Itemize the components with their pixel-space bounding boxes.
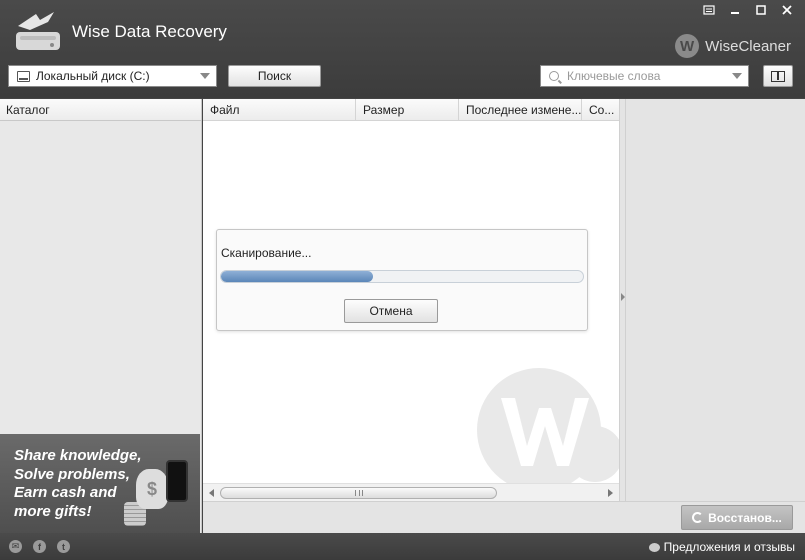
chat-bubble-icon bbox=[648, 542, 660, 552]
pane-splitter[interactable] bbox=[619, 99, 626, 501]
promo-line: Solve problems, bbox=[14, 465, 130, 483]
chevron-down-icon bbox=[200, 73, 210, 79]
drive-select[interactable]: Локальный диск (C:) bbox=[8, 65, 217, 87]
search-icon bbox=[549, 71, 559, 81]
twitter-icon[interactable]: t bbox=[57, 540, 70, 553]
feedback-link[interactable]: Предложения и отзывы bbox=[648, 540, 795, 554]
catalog-header[interactable]: Каталог bbox=[0, 99, 201, 121]
window-controls bbox=[699, 2, 797, 18]
scan-progress-fill bbox=[221, 271, 374, 282]
catalog-pane: Каталог Share knowledge, Solve problems,… bbox=[0, 99, 202, 533]
scrollbar-thumb[interactable] bbox=[220, 487, 497, 499]
maximize-icon[interactable] bbox=[751, 2, 771, 18]
close-icon[interactable] bbox=[777, 2, 797, 18]
wisecleaner-brand[interactable]: W WiseCleaner bbox=[675, 34, 791, 58]
scroll-right-icon[interactable] bbox=[608, 489, 613, 497]
app-title: Wise Data Recovery bbox=[72, 22, 227, 41]
keyword-dropdown-icon[interactable] bbox=[732, 73, 742, 79]
column-file[interactable]: Файл bbox=[203, 99, 356, 120]
promo-text: Share knowledge, Solve problems, Earn ca… bbox=[14, 447, 142, 521]
wisecleaner-watermark-icon bbox=[477, 368, 619, 488]
app-logo-icon bbox=[16, 12, 60, 50]
money-bag-icon: $ bbox=[136, 469, 168, 509]
scroll-grip-icon bbox=[355, 490, 363, 496]
scanning-dialog: Сканирование... Отмена bbox=[216, 229, 588, 331]
title-bar: Wise Data Recovery W WiseCleaner Локальн… bbox=[0, 0, 805, 98]
disk-icon bbox=[17, 70, 30, 82]
restore-label: Восстанов... bbox=[708, 510, 782, 525]
scroll-left-icon[interactable] bbox=[209, 489, 214, 497]
promo-banner[interactable]: Share knowledge, Solve problems, Earn ca… bbox=[0, 434, 200, 533]
scanning-label: Сканирование... bbox=[221, 246, 312, 260]
status-bar: ✉ f t Предложения и отзывы bbox=[0, 533, 805, 560]
scan-progress-bar bbox=[220, 270, 584, 283]
column-size[interactable]: Размер bbox=[356, 99, 459, 120]
keyword-input[interactable] bbox=[567, 69, 727, 83]
action-bar: Восстанов... bbox=[203, 501, 805, 533]
detail-pane bbox=[626, 99, 805, 501]
phone-icon bbox=[166, 460, 188, 502]
facebook-icon[interactable]: f bbox=[33, 540, 46, 553]
expand-right-icon[interactable] bbox=[621, 293, 625, 301]
feedback-label: Предложения и отзывы bbox=[663, 540, 795, 554]
horizontal-scrollbar[interactable] bbox=[203, 483, 619, 501]
restore-button[interactable]: Восстанов... bbox=[681, 505, 793, 530]
promo-line: Earn cash and bbox=[14, 484, 117, 501]
column-condition[interactable]: Со... bbox=[582, 99, 619, 120]
cancel-button[interactable]: Отмена bbox=[344, 299, 438, 323]
social-links: ✉ f t bbox=[9, 540, 70, 553]
brand-label: WiseCleaner bbox=[705, 37, 791, 55]
undo-icon bbox=[692, 512, 704, 523]
wisecleaner-logo-icon: W bbox=[675, 34, 700, 58]
file-list-header: Файл Размер Последнее измене... Со... bbox=[203, 99, 619, 121]
column-modified[interactable]: Последнее измене... bbox=[459, 99, 582, 120]
menu-icon[interactable] bbox=[699, 2, 719, 18]
promo-line: more gifts! bbox=[14, 502, 92, 520]
panel-layout-icon bbox=[771, 70, 785, 82]
search-button[interactable]: Поиск bbox=[228, 65, 321, 87]
email-icon[interactable]: ✉ bbox=[9, 540, 22, 553]
minimize-icon[interactable] bbox=[725, 2, 745, 18]
toggle-panel-button[interactable] bbox=[763, 65, 793, 87]
drive-select-value: Локальный диск (C:) bbox=[36, 69, 150, 83]
promo-line: Share knowledge, bbox=[14, 447, 142, 464]
keyword-field[interactable] bbox=[540, 65, 749, 87]
